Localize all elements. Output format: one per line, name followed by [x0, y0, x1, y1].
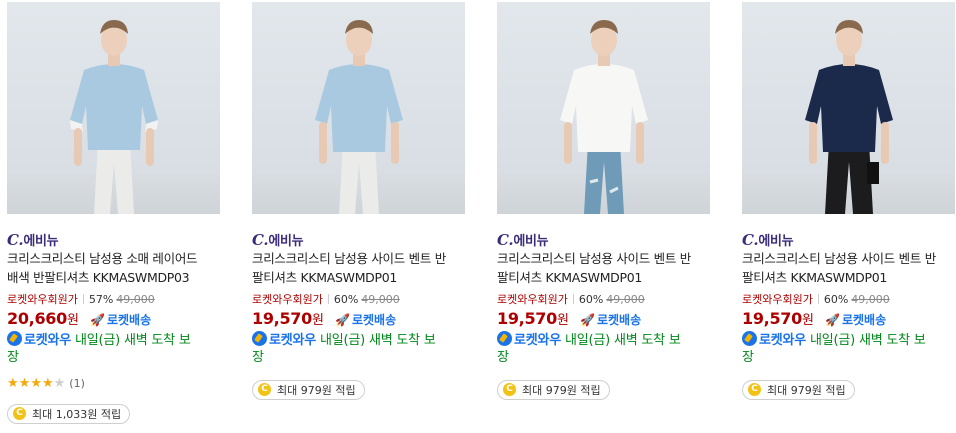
sale-price: 20,660원 🚀 로켓배송 [7, 309, 152, 328]
star-icon: ★ [7, 376, 19, 391]
product-title[interactable]: 크리스크리스티 남성용 소매 레이어드 배색 반팔티셔츠 KKMASWMDP03 [7, 249, 220, 287]
product-card[interactable]: C.에비뉴 크리스크리스티 남성용 사이드 벤트 반 팔티셔츠 KKMASWMD… [252, 2, 465, 400]
star-icon: ★ [18, 376, 31, 391]
rocket-wow-icon [252, 331, 267, 346]
delivery-info: 로켓와우 내일(금) 새벽 도착 보장 [742, 331, 926, 365]
discount-rate: 60% [333, 293, 359, 306]
sale-price: 19,570원 🚀 로켓배송 [497, 309, 642, 328]
product-title[interactable]: 크리스크리스티 남성용 사이드 벤트 반 팔티셔츠 KKMASWMDP01 [252, 249, 465, 287]
rocket-icon: 🚀 [580, 313, 595, 327]
product-image[interactable] [7, 2, 220, 214]
discount-rate: 60% [578, 293, 604, 306]
rocket-wow-icon [7, 331, 22, 346]
sale-price: 19,570원 🚀 로켓배송 [742, 309, 887, 328]
product-title[interactable]: 크리스크리스티 남성용 사이드 벤트 반 팔티셔츠 KKMASWMDP01 [742, 249, 955, 287]
discount-rate: 57% [88, 293, 114, 306]
rating-stars: ★★★★★ (1) [7, 376, 220, 392]
product-card[interactable]: C.에비뉴 크리스크리스티 남성용 사이드 벤트 반 팔티셔츠 KKMASWMD… [497, 2, 710, 400]
reward-badge: C 최대 979원 적립 [252, 379, 365, 400]
star-icon: ★ [41, 376, 54, 391]
delivery-info: 로켓와우 내일(금) 새벽 도착 보장 [497, 331, 681, 365]
product-image[interactable] [497, 2, 710, 214]
rocket-icon: 🚀 [335, 313, 350, 327]
product-image[interactable] [252, 2, 465, 214]
sale-price: 19,570원 🚀 로켓배송 [252, 309, 397, 328]
rocket-wow-icon [497, 331, 512, 346]
price-info: 로켓와우회원가 60% 49,000 [742, 293, 890, 306]
reward-badge: C 최대 979원 적립 [497, 379, 610, 400]
coin-icon: C [503, 383, 516, 396]
rocket-wow-icon [742, 331, 757, 346]
star-icon: ★ [53, 376, 66, 391]
original-price: 49,000 [116, 293, 155, 306]
original-price: 49,000 [851, 293, 890, 306]
brand-logo: C.에비뉴 [497, 231, 549, 249]
model-photo [804, 20, 893, 214]
rocket-icon: 🚀 [825, 313, 840, 327]
rocket-icon: 🚀 [90, 313, 105, 327]
delivery-info: 로켓와우 내일(금) 새벽 도착 보장 [7, 331, 191, 365]
original-price: 49,000 [361, 293, 400, 306]
star-icon: ★ [30, 376, 42, 391]
model-photo [314, 20, 403, 214]
reward-badge: C 최대 1,033원 적립 [7, 403, 131, 424]
coin-icon: C [258, 383, 271, 396]
product-title[interactable]: 크리스크리스티 남성용 사이드 벤트 반 팔티셔츠 KKMASWMDP01 [497, 249, 710, 287]
price-info: 로켓와우회원가 60% 49,000 [497, 293, 645, 306]
coin-icon: C [748, 383, 761, 396]
rating-count: (1) [69, 377, 85, 390]
delivery-info: 로켓와우 내일(금) 새벽 도착 보장 [252, 331, 436, 365]
price-info: 로켓와우회원가 60% 49,000 [252, 293, 400, 306]
rocket-delivery-badge: 🚀 로켓배송 [825, 313, 887, 327]
product-image[interactable] [742, 2, 955, 214]
rocket-delivery-badge: 🚀 로켓배송 [335, 313, 397, 327]
discount-rate: 60% [823, 293, 849, 306]
coin-icon: C [13, 407, 26, 420]
brand-logo: C.에비뉴 [252, 231, 304, 249]
rocket-delivery-badge: 🚀 로켓배송 [580, 313, 642, 327]
price-info: 로켓와우회원가 57% 49,000 [7, 293, 155, 306]
product-card[interactable]: C.에비뉴 크리스크리스티 남성용 사이드 벤트 반 팔티셔츠 KKMASWMD… [742, 2, 955, 400]
product-card[interactable]: C.에비뉴 크리스크리스티 남성용 소매 레이어드 배색 반팔티셔츠 KKMAS… [7, 2, 220, 424]
brand-logo: C.에비뉴 [742, 231, 794, 249]
reward-badge: C 최대 979원 적립 [742, 379, 855, 400]
brand-logo: C.에비뉴 [7, 231, 59, 249]
rocket-delivery-badge: 🚀 로켓배송 [90, 313, 152, 327]
model-photo [559, 20, 648, 214]
model-photo [69, 20, 158, 214]
original-price: 49,000 [606, 293, 645, 306]
